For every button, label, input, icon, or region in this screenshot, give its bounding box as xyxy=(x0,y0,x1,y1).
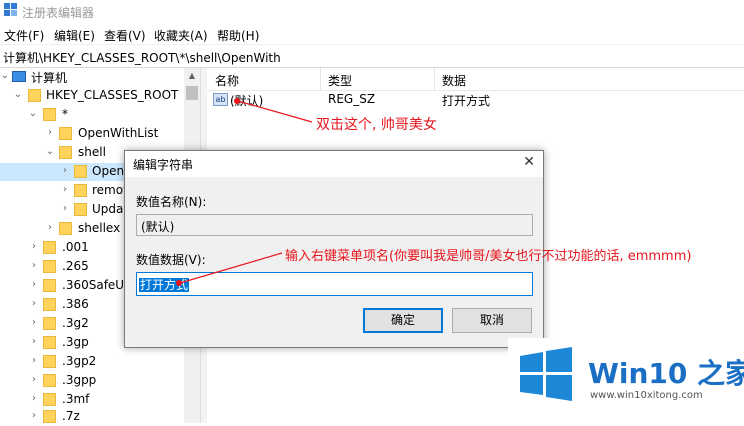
annotation-enter-name: 输入右键菜单项名(你要叫我是帅哥/美女也行不过功能的话, emmmm) xyxy=(285,249,692,264)
annotation-arrow-middle xyxy=(179,252,283,284)
watermark-url: www.win10xitong.com xyxy=(590,390,703,401)
annotation-arrow-middle-head xyxy=(176,280,182,286)
windows-logo-icon xyxy=(520,347,572,401)
watermark: Win10 之家 www.win10xitong.com xyxy=(508,338,744,423)
watermark-title: Win10 之家 xyxy=(588,357,744,390)
